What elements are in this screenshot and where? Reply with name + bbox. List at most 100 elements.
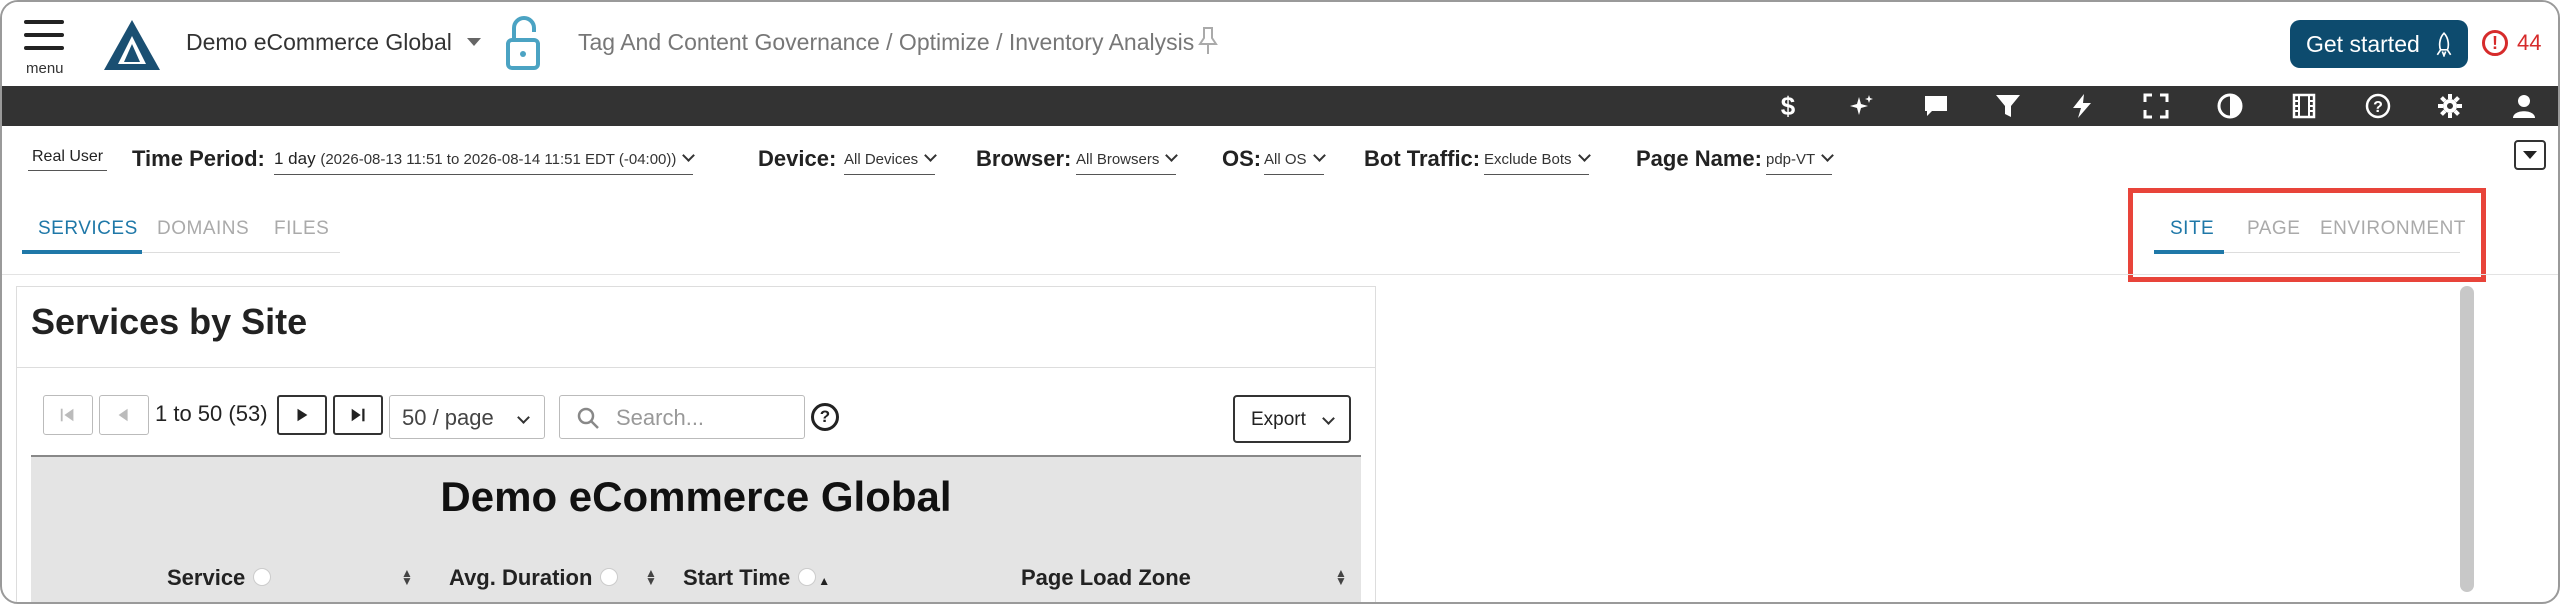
column-header-page-load-zone[interactable]: Page Load Zone [1021, 565, 1191, 591]
os-select[interactable]: All OS [1264, 149, 1326, 175]
chevron-down-icon [682, 149, 696, 162]
chevron-down-icon [517, 411, 530, 424]
first-page-icon [60, 408, 74, 422]
chevron-down-icon [1577, 149, 1591, 162]
rocket-icon [2436, 31, 2452, 57]
per-page-value: 50 / page [402, 405, 494, 430]
column-label: Avg. Duration [449, 565, 593, 590]
page-name-select[interactable]: pdp-VT [1766, 149, 1835, 175]
browser-label: Browser: [976, 146, 1072, 171]
table-header: Demo eCommerce Global Service ▲ ▼ Avg. Du… [31, 455, 1361, 602]
dollar-icon[interactable]: $ [1772, 90, 1804, 122]
sort-asc-icon: ▲ [818, 574, 831, 588]
logo-icon[interactable] [102, 18, 162, 72]
page-name-value: pdp-VT [1766, 151, 1816, 168]
vertical-scrollbar[interactable] [2460, 286, 2474, 592]
search-input[interactable]: Search... [559, 395, 805, 439]
browser-value: All Browsers [1076, 151, 1160, 168]
sort-icon[interactable]: ▲ ▼ [1335, 567, 1347, 587]
svg-text:?: ? [2373, 99, 2383, 116]
column-label: Page Load Zone [1021, 565, 1191, 590]
film-icon[interactable] [2288, 90, 2320, 122]
export-button[interactable]: Export [1233, 395, 1351, 443]
search-icon [577, 407, 599, 429]
tab-active-indicator [22, 250, 142, 254]
breadcrumb: Tag And Content Governance / Optimize / … [578, 29, 1195, 55]
page-name-label: Page Name: [1636, 146, 1762, 171]
bot-traffic-value: Exclude Bots [1484, 151, 1572, 168]
action-toolbar: $ ? [2, 86, 2558, 126]
filter-bar: Real User Time Period: 1 day (2026-08-13… [2, 130, 2558, 188]
app-switch-caret-icon[interactable] [467, 38, 481, 46]
device-select[interactable]: All Devices [844, 149, 938, 175]
tab-files[interactable]: FILES [274, 218, 329, 252]
lightning-icon[interactable] [2066, 90, 2098, 122]
time-period-value: 1 day [274, 149, 316, 168]
search-placeholder: Search... [616, 405, 705, 430]
unlock-icon[interactable] [504, 14, 544, 72]
tab-services[interactable]: SERVICES [38, 218, 138, 252]
alert-icon[interactable]: ! [2482, 30, 2508, 56]
device-value: All Devices [844, 151, 919, 168]
prev-page-button[interactable] [99, 395, 149, 435]
page-range: 1 to 50 (53) [155, 401, 268, 426]
info-icon[interactable] [798, 568, 817, 587]
pin-icon[interactable] [1198, 26, 1218, 56]
column-label: Service [167, 565, 246, 590]
chevron-down-icon [924, 149, 938, 162]
sort-icon[interactable]: ▲ ▼ [645, 567, 657, 587]
divider [17, 367, 1375, 368]
collapse-filters-button[interactable] [2514, 140, 2546, 170]
filter-icon[interactable] [1992, 90, 2024, 122]
next-page-icon [297, 408, 308, 422]
app-window: menu Demo eCommerce Global Tag And Conte… [0, 0, 2560, 604]
sort-icon[interactable]: ▲ ▼ [401, 567, 413, 587]
chat-icon[interactable] [1920, 90, 1952, 122]
time-period-label: Time Period: [132, 146, 265, 171]
divider [2, 274, 2558, 275]
column-header-service[interactable]: Service [167, 565, 272, 591]
first-page-button[interactable] [43, 395, 93, 435]
info-icon[interactable] [600, 568, 619, 587]
bot-traffic-select[interactable]: Exclude Bots [1484, 149, 1591, 175]
column-header-start-time[interactable]: Start Time ▲ [683, 565, 830, 591]
tab-domains[interactable]: DOMAINS [157, 218, 249, 252]
time-period-select[interactable]: 1 day (2026-08-13 11:51 to 2026-08-14 11… [274, 149, 696, 175]
triangle-down-icon [2523, 151, 2537, 159]
export-label: Export [1251, 409, 1306, 430]
last-page-icon [351, 408, 365, 422]
bot-traffic-label: Bot Traffic: [1364, 146, 1481, 171]
real-user-toggle[interactable]: Real User [28, 148, 108, 171]
chevron-down-icon [1322, 412, 1335, 425]
last-page-button[interactable] [333, 395, 383, 435]
help-icon[interactable]: ? [2362, 90, 2394, 122]
browser-select[interactable]: All Browsers [1076, 149, 1179, 175]
per-page-select[interactable]: 50 / page [389, 395, 545, 439]
os-value: All OS [1264, 151, 1307, 168]
chevron-down-icon [1821, 149, 1835, 162]
get-started-button[interactable]: Get started [2290, 20, 2468, 68]
menu-button[interactable]: menu [24, 20, 68, 77]
search-help-icon[interactable]: ? [811, 403, 839, 431]
time-period-detail: (2026-08-13 11:51 to 2026-08-14 11:51 ED… [320, 151, 677, 168]
next-page-button[interactable] [277, 395, 327, 435]
column-header-avg-duration[interactable]: Avg. Duration [449, 565, 619, 591]
panel-title: Services by Site [31, 301, 308, 342]
menu-icon [24, 20, 64, 24]
fullscreen-icon[interactable] [2140, 90, 2172, 122]
app-title[interactable]: Demo eCommerce Global [186, 29, 452, 56]
table-caption: Demo eCommerce Global [440, 473, 952, 520]
user-icon[interactable] [2508, 90, 2540, 122]
alert-count[interactable]: 44 [2517, 30, 2541, 56]
column-label: Start Time [683, 565, 791, 590]
contrast-icon[interactable] [2214, 90, 2246, 122]
device-label: Device: [758, 146, 837, 171]
sparkle-icon[interactable] [1846, 90, 1878, 122]
services-panel: Services by Site 1 to 50 (53) 50 / page … [16, 286, 1376, 602]
os-label: OS: [1222, 146, 1262, 171]
prev-page-icon [118, 408, 128, 422]
info-icon[interactable] [253, 568, 272, 587]
gear-icon[interactable] [2434, 90, 2466, 122]
chevron-down-icon [1312, 149, 1326, 162]
menu-label: menu [26, 60, 64, 77]
